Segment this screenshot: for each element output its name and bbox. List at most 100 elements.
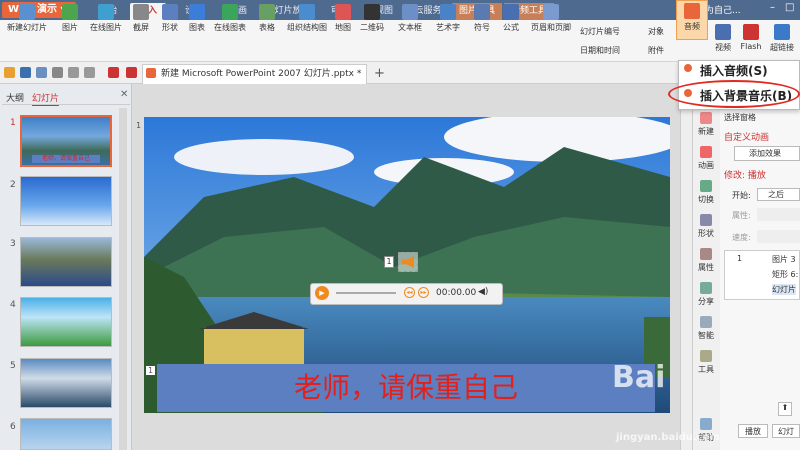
scissors-icon: [133, 4, 149, 20]
screenshot-button[interactable]: 截屏: [128, 2, 154, 40]
play-button[interactable]: ▶: [315, 286, 329, 300]
audio-time: 00:00.00: [436, 288, 477, 298]
dock-smart[interactable]: 智能: [692, 316, 720, 341]
property-label: 属性:: [732, 211, 751, 220]
slideshow-button[interactable]: 幻灯: [772, 424, 800, 438]
dock-tools[interactable]: 工具: [692, 350, 720, 375]
slide-number: 2: [10, 180, 16, 190]
online-picture-icon: [98, 4, 114, 20]
add-effect-button[interactable]: 添加效果: [734, 146, 800, 161]
qrcode-button[interactable]: 二维码: [356, 2, 388, 40]
forward-button[interactable]: ▸▸: [418, 287, 429, 298]
smart-icon: [700, 316, 712, 328]
picture-button[interactable]: 图片: [56, 2, 84, 40]
org-chart-icon: [299, 4, 315, 20]
slide-thumbnail-4[interactable]: [20, 297, 112, 347]
online-chart-icon: [222, 4, 238, 20]
shape-button[interactable]: 形状: [156, 2, 184, 40]
slide-number: 6: [10, 422, 16, 432]
wordart-icon: [440, 4, 456, 20]
vertical-scrollbar[interactable]: [680, 84, 692, 450]
move-up-icon[interactable]: ⬆: [778, 402, 792, 416]
new-icon: [700, 112, 712, 124]
dock-animation[interactable]: 动画: [692, 146, 720, 171]
slide-number: 4: [10, 300, 16, 310]
scrollbar[interactable]: [119, 108, 127, 450]
hyperlink-button[interactable]: 超链接: [766, 22, 798, 60]
flash-icon: [743, 24, 759, 40]
wps-icon[interactable]: [126, 67, 137, 78]
print-icon[interactable]: [36, 67, 47, 78]
datetime-button[interactable]: 日期和时间: [580, 45, 620, 56]
table-icon: [259, 4, 275, 20]
preview-icon[interactable]: [52, 67, 63, 78]
list-item-slide[interactable]: 幻灯片: [772, 284, 796, 295]
slide-thumbnail-5[interactable]: [20, 358, 112, 408]
online-picture-button[interactable]: 在线图片: [86, 2, 126, 40]
dock-property[interactable]: 属性: [692, 248, 720, 273]
video-button[interactable]: 视频: [710, 22, 736, 60]
table-button[interactable]: 表格: [252, 2, 282, 40]
play-animation-button[interactable]: 播放: [738, 424, 768, 438]
rewind-button[interactable]: ◂◂: [404, 287, 415, 298]
map-button[interactable]: 地图: [332, 2, 354, 40]
open-icon[interactable]: [4, 67, 15, 78]
omega-icon: [474, 4, 490, 20]
divider: [2, 104, 130, 105]
qrcode-icon: [364, 4, 380, 20]
chart-button[interactable]: 图表: [186, 2, 208, 40]
dock-transition[interactable]: 切换: [692, 180, 720, 205]
start-select[interactable]: 之后: [757, 188, 800, 201]
slide-thumbnail-3[interactable]: [20, 237, 112, 287]
new-tab-icon[interactable]: +: [374, 66, 385, 81]
audio-icon: [684, 64, 692, 72]
slide-thumbnail-2[interactable]: [20, 176, 112, 226]
slide1-caption: 老师，请保重自己: [32, 155, 100, 163]
restore-icon[interactable]: □: [785, 2, 794, 13]
wordart-button[interactable]: 艺术字: [430, 2, 466, 40]
picture-icon: [62, 4, 78, 20]
org-chart-button[interactable]: 组织结构图: [284, 2, 330, 40]
slide-number: 5: [10, 361, 16, 371]
undo-icon[interactable]: [68, 67, 79, 78]
document-tab[interactable]: 新建 Microsoft PowerPoint 2007 幻灯片.pptx *: [142, 64, 367, 84]
list-item-rect[interactable]: 矩形 6:: [772, 269, 798, 280]
close-icon[interactable]: ✕: [120, 89, 128, 100]
dock-share[interactable]: 分享: [692, 282, 720, 307]
textbox-button[interactable]: 文本框: [392, 2, 428, 40]
dock-shape[interactable]: 形状: [692, 214, 720, 239]
property-select[interactable]: [757, 208, 800, 221]
online-chart-button[interactable]: 在线图表: [210, 2, 250, 40]
volume-icon[interactable]: ◀): [478, 287, 488, 297]
save-icon[interactable]: [20, 67, 31, 78]
insert-audio-item[interactable]: 插入音频(S): [700, 62, 768, 79]
link-icon: [774, 24, 790, 40]
tab-outline[interactable]: 大纲: [6, 91, 24, 104]
header-footer-button[interactable]: 页眉和页脚: [528, 2, 574, 40]
list-item-picture[interactable]: 图片 3: [772, 254, 796, 265]
format-painter-icon[interactable]: [108, 67, 119, 78]
select-pane-link[interactable]: 选择窗格: [724, 112, 756, 123]
minimize-icon[interactable]: –: [770, 2, 775, 13]
pi-icon: [503, 4, 519, 20]
symbol-button[interactable]: 符号: [468, 2, 496, 40]
speed-select[interactable]: [757, 230, 800, 243]
redo-icon[interactable]: [84, 67, 95, 78]
baidu-watermark-logo: Bai: [612, 360, 666, 395]
attachment-button[interactable]: 附件: [648, 45, 664, 56]
formula-button[interactable]: 公式: [498, 2, 524, 40]
new-slide-button[interactable]: 新建幻灯片: [2, 2, 52, 40]
dock-new[interactable]: 新建: [692, 112, 720, 137]
slide-title-textbox[interactable]: 老师，请保重自己: [157, 364, 655, 412]
modify-label: 修改: 播放: [724, 171, 766, 181]
new-slide-icon: [19, 4, 35, 20]
slide-number-button[interactable]: 幻灯片编号: [580, 26, 620, 37]
user-account[interactable]: 为自己...: [705, 3, 741, 16]
property-icon: [700, 248, 712, 260]
object-button[interactable]: 对象: [648, 26, 664, 37]
flash-button[interactable]: Flash: [738, 22, 764, 60]
audio-button[interactable]: 音频: [676, 0, 708, 40]
slide-thumbnail-6[interactable]: [20, 418, 112, 450]
audio-progress[interactable]: [336, 292, 396, 294]
audio-object-label: 1: [384, 256, 394, 268]
